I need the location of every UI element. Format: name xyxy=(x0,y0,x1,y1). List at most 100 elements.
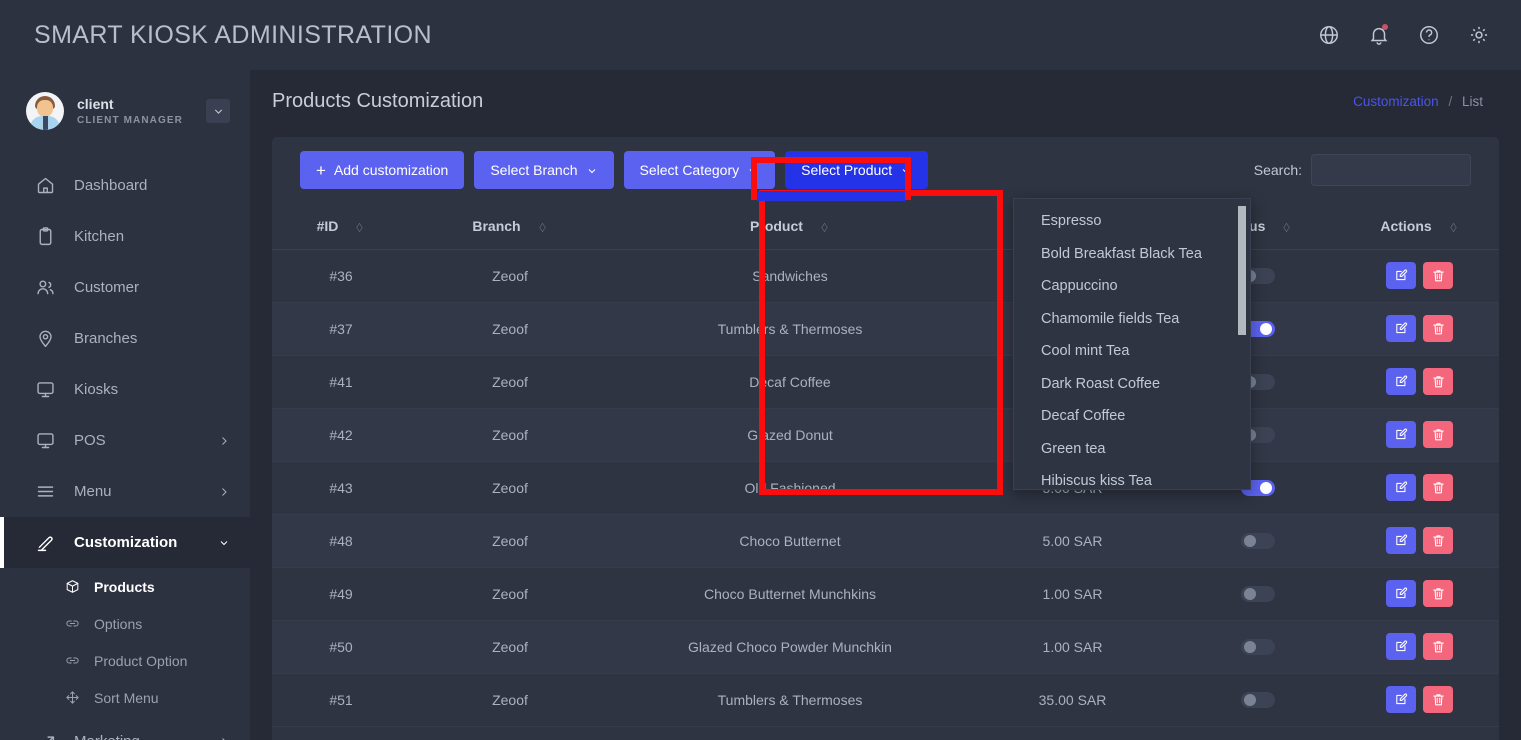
delete-button[interactable] xyxy=(1423,580,1453,607)
pin-icon xyxy=(33,327,57,351)
status-toggle[interactable] xyxy=(1240,638,1275,655)
sidebar-item-label: Branches xyxy=(74,330,138,347)
delete-button[interactable] xyxy=(1423,527,1453,554)
monitor-icon xyxy=(33,378,57,402)
cell-id: #36 xyxy=(272,249,410,303)
profile-block[interactable]: client CLIENT MANAGER xyxy=(0,70,250,152)
delete-button[interactable] xyxy=(1423,315,1453,342)
sidebar-nav: Dashboard Kitchen Customer Branches Kios… xyxy=(0,160,250,740)
cell-id: #50 xyxy=(272,620,410,674)
list-icon xyxy=(33,480,57,504)
chevron-down-icon xyxy=(218,536,232,550)
help-icon[interactable] xyxy=(1417,23,1441,47)
edit-button[interactable] xyxy=(1386,262,1416,289)
sidebar-item-label: POS xyxy=(74,432,106,449)
plus-icon: + xyxy=(316,160,326,180)
sidebar-item-customer[interactable]: Customer xyxy=(0,262,250,313)
breadcrumb-link-customization[interactable]: Customization xyxy=(1353,94,1439,109)
dropdown-option[interactable]: Bold Breakfast Black Tea xyxy=(1014,238,1250,271)
globe-icon[interactable] xyxy=(1317,23,1341,47)
dropdown-scrollbar-thumb[interactable] xyxy=(1238,206,1246,335)
delete-button[interactable] xyxy=(1423,262,1453,289)
cell-branch: Zeoof xyxy=(410,620,610,674)
cell-actions xyxy=(1340,355,1499,409)
edit-button[interactable] xyxy=(1386,633,1416,660)
cell-actions xyxy=(1340,249,1499,303)
sort-icon[interactable] xyxy=(1281,220,1292,233)
select-category-dropdown-button[interactable]: Select Category xyxy=(623,151,776,189)
cell-product: Choco Butternet Munchkins xyxy=(610,567,970,621)
delete-button[interactable] xyxy=(1423,474,1453,501)
dropdown-option[interactable]: Chamomile fields Tea xyxy=(1014,303,1250,336)
sidebar-item-kitchen[interactable]: Kitchen xyxy=(0,211,250,262)
cell-status xyxy=(1175,514,1340,568)
select-product-dropdown-button[interactable]: Select Product xyxy=(785,151,929,189)
breadcrumb: Customization / List xyxy=(1353,94,1483,109)
sidebar-item-product-option[interactable]: Product Option xyxy=(0,642,250,679)
dropdown-option[interactable]: Cool mint Tea xyxy=(1014,335,1250,368)
pencil-icon xyxy=(33,531,57,555)
sidebar-item-customization[interactable]: Customization xyxy=(0,517,250,568)
sidebar-item-menu[interactable]: Menu xyxy=(0,466,250,517)
chevron-down-icon xyxy=(747,164,759,176)
column-header-product[interactable]: Product xyxy=(610,203,970,250)
delete-button[interactable] xyxy=(1423,633,1453,660)
sidebar-item-marketing[interactable]: Marketing xyxy=(0,716,250,740)
select-branch-dropdown-button[interactable]: Select Branch xyxy=(474,151,614,189)
profile-chevron-down-icon[interactable] xyxy=(206,99,230,123)
sidebar-item-label: Product Option xyxy=(94,652,188,669)
edit-button[interactable] xyxy=(1386,527,1416,554)
notification-dot xyxy=(1382,24,1388,30)
delete-button[interactable] xyxy=(1423,686,1453,713)
table-row: #51 Zeoof Tumblers & Thermoses 35.00 SAR xyxy=(272,673,1499,727)
edit-button[interactable] xyxy=(1386,315,1416,342)
delete-button[interactable] xyxy=(1423,368,1453,395)
edit-button[interactable] xyxy=(1386,368,1416,395)
cell-id: #43 xyxy=(272,461,410,515)
dropdown-option[interactable]: Espresso xyxy=(1014,205,1250,238)
column-header-branch[interactable]: Branch xyxy=(410,203,610,250)
gear-icon[interactable] xyxy=(1467,23,1491,47)
sort-icon[interactable] xyxy=(1448,220,1459,233)
edit-button[interactable] xyxy=(1386,421,1416,448)
sidebar-item-sort-menu[interactable]: Sort Menu xyxy=(0,679,250,716)
cell-id: #49 xyxy=(272,567,410,621)
column-header-id[interactable]: #ID xyxy=(272,203,410,250)
status-toggle[interactable] xyxy=(1240,585,1275,602)
sidebar-item-dashboard[interactable]: Dashboard xyxy=(0,160,250,211)
cell-id: #41 xyxy=(272,355,410,409)
add-customization-button[interactable]: + Add customization xyxy=(300,151,465,189)
dropdown-option[interactable]: Green tea xyxy=(1014,433,1250,466)
sidebar-item-pos[interactable]: POS xyxy=(0,415,250,466)
sidebar-item-label: Dashboard xyxy=(74,177,148,194)
sort-icon[interactable] xyxy=(537,220,548,233)
dropdown-option[interactable]: Decaf Coffee xyxy=(1014,400,1250,433)
table-row: #50 Zeoof Glazed Choco Powder Munchkin 1.00… xyxy=(272,620,1499,674)
status-toggle[interactable] xyxy=(1240,691,1275,708)
edit-button[interactable] xyxy=(1386,474,1416,501)
search-input[interactable] xyxy=(1311,154,1471,186)
column-label: Branch xyxy=(472,217,521,234)
cell-price: 35.00 SAR xyxy=(970,673,1175,727)
sidebar-item-kiosks[interactable]: Kiosks xyxy=(0,364,250,415)
table-row: #42ZeoofGlazed Donut5.00 SAR xyxy=(272,408,1499,462)
delete-button[interactable] xyxy=(1423,421,1453,448)
sort-icon[interactable] xyxy=(819,220,830,233)
dropdown-option[interactable]: Hibiscus kiss Tea xyxy=(1014,465,1250,489)
edit-button[interactable] xyxy=(1386,686,1416,713)
bell-icon[interactable] xyxy=(1367,23,1391,47)
table-row: #48 Zeoof Choco Butternet 5.00 SAR xyxy=(272,514,1499,568)
edit-button[interactable] xyxy=(1386,580,1416,607)
sidebar-item-options[interactable]: Options xyxy=(0,605,250,642)
sort-icon[interactable] xyxy=(354,220,365,233)
column-header-actions[interactable]: Actions xyxy=(1340,203,1499,250)
status-toggle[interactable] xyxy=(1240,532,1275,549)
dropdown-scrollbar[interactable] xyxy=(1238,206,1246,480)
sidebar-item-products[interactable]: Products xyxy=(0,568,250,605)
sidebar-item-branches[interactable]: Branches xyxy=(0,313,250,364)
add-customization-label: Add customization xyxy=(333,162,449,178)
dropdown-option[interactable]: Cappuccino xyxy=(1014,270,1250,303)
dropdown-option[interactable]: Dark Roast Coffee xyxy=(1014,368,1250,401)
cell-product: Choco Butternet xyxy=(610,514,970,568)
link-icon xyxy=(62,651,82,671)
